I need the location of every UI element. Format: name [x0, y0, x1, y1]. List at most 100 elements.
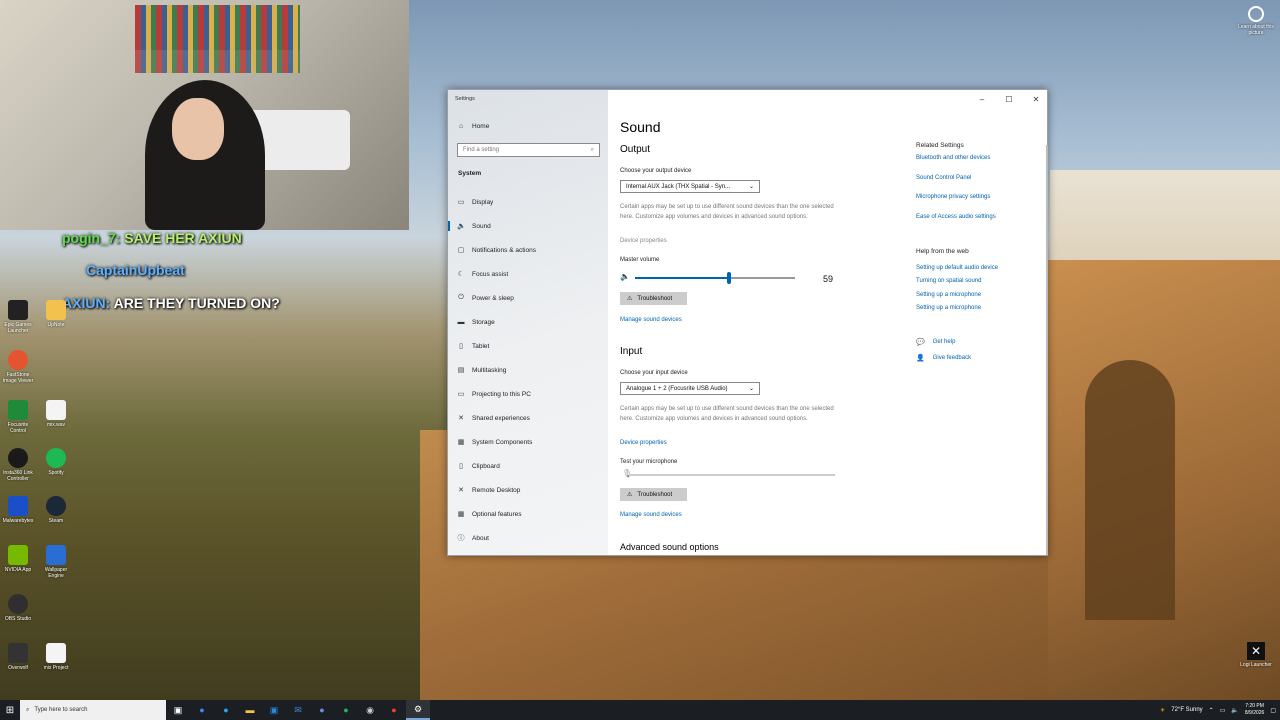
give-feedback-row[interactable]: 👤 Give feedback [916, 354, 971, 362]
sidebar-item-home[interactable]: ⌂ Home [457, 119, 605, 133]
settings-window: Settings ⌂ Home Find a setting ⌕ System … [447, 89, 1048, 556]
steam-icon[interactable]: Steam [38, 496, 74, 524]
web-link[interactable]: Setting up a microphone [916, 305, 981, 311]
search-input[interactable]: Find a setting ⌕ [457, 143, 600, 157]
weather-text[interactable]: 72°F Sunny [1171, 707, 1202, 713]
network-icon[interactable]: ▭ [1220, 707, 1226, 714]
logi-icon[interactable]: ✕ Logi Launcher [1236, 642, 1276, 668]
sidebar-item-sound[interactable]: 🔈 Sound [448, 219, 605, 233]
spotify-icon[interactable]: Spotify [38, 448, 74, 476]
notification-icon[interactable]: ▢ [1270, 707, 1276, 714]
notifications-icon: ▢ [457, 247, 465, 254]
search-icon: ⌕ [590, 146, 594, 153]
sidebar-item-display[interactable]: ▭ Display [457, 195, 605, 209]
advanced-sound-heading: Advanced sound options [620, 542, 719, 552]
sidebar-item-shared-experiences[interactable]: ✕ Shared experiences [457, 411, 605, 425]
input-device-properties-link[interactable]: Device properties [620, 440, 667, 446]
insta360-icon[interactable]: Insta360 Link Controller [0, 448, 36, 482]
related-link[interactable]: Bluetooth and other devices [916, 155, 990, 161]
chevron-up-icon[interactable]: ⌃ [1209, 707, 1214, 714]
audio-file-icon[interactable]: mix.wav [38, 400, 74, 428]
overwolf-icon[interactable]: Overwolf [0, 643, 36, 671]
sidebar-item-system-components[interactable]: ▦ System Components [457, 435, 605, 449]
get-help-link[interactable]: Get help [933, 339, 956, 345]
weather-icon: ☀ [1159, 707, 1166, 714]
settings-icon[interactable]: ⚙ [406, 700, 430, 720]
output-device-dropdown[interactable]: Internal AUX Jack (THX Spatial - Syn... … [620, 180, 760, 193]
obs-icon[interactable]: ◉ [358, 700, 382, 720]
chevron-down-icon: ⌄ [748, 386, 754, 392]
chrome-icon[interactable]: ● [190, 700, 214, 720]
sidebar-item-clipboard[interactable]: ▯ Clipboard [457, 459, 605, 473]
output-troubleshoot-button[interactable]: ⚠ Troubleshoot [620, 292, 687, 305]
scrollbar[interactable] [1046, 145, 1048, 555]
related-settings: Related Settings Bluetooth and other dev… [916, 90, 1041, 555]
speaker-icon[interactable]: 🔈 [620, 272, 630, 281]
section-title: System [458, 170, 482, 177]
home-icon: ⌂ [458, 122, 464, 130]
wallpaper-engine-icon[interactable]: Wallpaper Engine [38, 545, 74, 579]
input-manage-devices-link[interactable]: Manage sound devices [620, 512, 682, 518]
input-device-dropdown[interactable]: Analogue 1 + 2 (Focusrite USB Audio) ⌄ [620, 382, 760, 395]
get-help-row[interactable]: 💬 Get help [916, 338, 955, 346]
window-title: Settings [455, 96, 475, 102]
sidebar-item-notifications-actions[interactable]: ▢ Notifications & actions [457, 243, 605, 257]
chat-line: CaptainUpbeat [86, 262, 185, 278]
related-link[interactable]: Ease of Access audio settings [916, 214, 996, 220]
file-explorer-icon[interactable]: ▬ [238, 700, 262, 720]
task-view-icon[interactable]: ▣ [166, 700, 190, 720]
mail-icon[interactable]: ✉ [286, 700, 310, 720]
input-troubleshoot-button[interactable]: ⚠ Troubleshoot [620, 488, 687, 501]
warning-icon: ⚠ [627, 296, 633, 302]
camera-icon[interactable]: Learn about this picture [1236, 6, 1276, 36]
output-info-text: Certain apps may be set up to use differ… [620, 204, 834, 220]
project-file-icon[interactable]: mix Project [38, 643, 74, 671]
input-heading: Input [620, 346, 643, 357]
give-feedback-link[interactable]: Give feedback [933, 355, 971, 361]
related-link[interactable]: Sound Control Panel [916, 175, 971, 181]
test-microphone-label: Test your microphone [620, 459, 678, 465]
discord-icon[interactable]: ● [310, 700, 334, 720]
sidebar-item-remote-desktop[interactable]: ✕ Remote Desktop [457, 483, 605, 497]
related-link[interactable]: Microphone privacy settings [916, 194, 990, 200]
start-button[interactable]: ⊞ [0, 700, 20, 720]
display-icon: ▭ [457, 199, 465, 206]
sidebar-item-about[interactable]: ⓘ About [457, 531, 605, 545]
clock[interactable]: 7:20 PM 8/9/2026 [1245, 703, 1264, 717]
sidebar-item-optional-features[interactable]: ▦ Optional features [457, 507, 605, 521]
help-web-heading: Help from the web [916, 248, 969, 255]
volume-slider-thumb[interactable] [727, 272, 732, 284]
taskbar-search[interactable]: ⌕ Type here to search [20, 700, 166, 720]
epic-games-icon[interactable]: Epic Games Launcher [0, 300, 36, 334]
optional-features-icon: ▦ [457, 511, 465, 518]
chrome-icon[interactable]: ● [382, 700, 406, 720]
projecting-icon: ▭ [457, 391, 465, 398]
search-icon: ⌕ [26, 706, 30, 713]
upnote-icon[interactable]: UpNote [38, 300, 74, 328]
spotify-icon[interactable]: ● [334, 700, 358, 720]
malwarebytes-icon[interactable]: Malwarebytes [0, 496, 36, 524]
faststone-icon[interactable]: FastStone Image Viewer [0, 350, 36, 384]
sidebar-item-storage[interactable]: ▬ Storage [457, 315, 605, 329]
sidebar-item-multitasking[interactable]: ▤ Multitasking [457, 363, 605, 377]
volume-value: 59 [823, 274, 834, 284]
nvidia-icon[interactable]: NVIDIA App [0, 545, 36, 573]
volume-icon[interactable]: 🔈 [1231, 707, 1238, 714]
storage-icon: ▬ [457, 318, 465, 326]
edge-icon[interactable]: ● [214, 700, 238, 720]
obs-icon[interactable]: OBS Studio [0, 594, 36, 622]
warning-icon: ⚠ [627, 492, 633, 498]
sidebar-item-tablet[interactable]: ▯ Tablet [457, 339, 605, 353]
taskbar: ⊞ ⌕ Type here to search ▣ ● ● ▬ ▣ ✉ ● ● … [0, 700, 1280, 720]
moon-icon: ☾ [457, 271, 465, 278]
web-link[interactable]: Setting up default audio device [916, 265, 998, 271]
sidebar-item-projecting-to-this-pc[interactable]: ▭ Projecting to this PC [457, 387, 605, 401]
output-device-properties-link[interactable]: Device properties [620, 238, 667, 244]
sidebar-item-focus-assist[interactable]: ☾ Focus assist [457, 267, 605, 281]
sidebar-item-power-sleep[interactable]: ⏻ Power & sleep [457, 291, 605, 305]
web-link[interactable]: Setting up a microphone [916, 292, 981, 298]
focusrite-icon[interactable]: Focusrite Control [0, 400, 36, 434]
output-manage-devices-link[interactable]: Manage sound devices [620, 317, 682, 323]
store-icon[interactable]: ▣ [262, 700, 286, 720]
web-link[interactable]: Turning on spatial sound [916, 278, 982, 284]
